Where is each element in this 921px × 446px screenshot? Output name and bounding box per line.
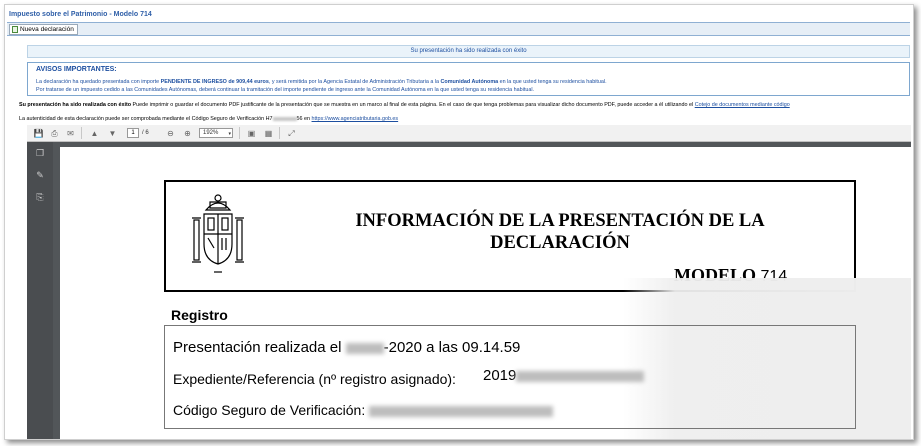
next-page-icon[interactable]: ▼	[107, 128, 118, 139]
tab-bar: Nueva declaración	[7, 22, 910, 36]
cotejo-link[interactable]: Cotejo de documentos mediante código	[695, 102, 790, 108]
notices-heading: AVISOS IMPORTANTES:	[36, 66, 117, 73]
agencia-tributaria-link[interactable]: https://www.agenciatributaria.gob.es	[312, 116, 399, 122]
chevron-down-icon: ▾	[228, 131, 231, 137]
expediente-value: 2019	[483, 367, 645, 384]
fit-page-icon[interactable]: ▣	[246, 128, 257, 139]
success-banner: Su presentación ha sido realizada con éx…	[27, 45, 910, 58]
zoom-in-icon[interactable]: ⊕	[182, 128, 193, 139]
notice-line-2: Por tratarse de un impuesto cedido a las…	[36, 87, 535, 93]
toolbar-divider	[279, 127, 280, 139]
email-icon[interactable]: ✉	[65, 128, 76, 139]
page-number-input[interactable]: 1	[127, 128, 139, 138]
pdf-toolbar: 💾 ⎙ ✉ ▲ ▼ 1 / 6 ⊖ ⊕ 192% ▾ ▣ ▦ ⤢	[27, 125, 911, 142]
page-total: / 6	[142, 130, 149, 136]
toolbar-divider	[239, 127, 240, 139]
app-title: Impuesto sobre el Patrimonio - Modelo 71…	[9, 11, 152, 18]
pdf-page: INFORMACIÓN DE LA PRESENTACIÓN DE LA DEC…	[60, 147, 911, 439]
save-icon[interactable]: 💾	[33, 128, 44, 139]
pen-icon[interactable]: ✎	[35, 170, 45, 180]
document-title: INFORMACIÓN DE LA PRESENTACIÓN DE LA DEC…	[355, 211, 765, 253]
tab-label: Nueva declaración	[20, 26, 74, 33]
csv-row: Código Seguro de Verificación:	[173, 402, 554, 418]
registro-box: Presentación realizada el -2020 a las 09…	[164, 325, 856, 429]
important-notices: AVISOS IMPORTANTES: La declaración ha qu…	[27, 62, 910, 96]
redacted-code	[272, 116, 297, 121]
redacted-csv	[369, 405, 554, 417]
expediente-row: Expediente/Referencia (nº registro asign…	[173, 371, 456, 387]
tab-nueva-declaracion[interactable]: Nueva declaración	[9, 24, 78, 35]
redacted-date	[345, 342, 384, 354]
previous-page-icon[interactable]: ▲	[89, 128, 100, 139]
browser-frame: Impuesto sobre el Patrimonio - Modelo 71…	[4, 4, 914, 440]
zoom-select[interactable]: 192% ▾	[199, 128, 233, 138]
fit-width-icon[interactable]: ▦	[263, 128, 274, 139]
document-icon	[12, 26, 18, 33]
toolbar-divider	[81, 127, 82, 139]
registro-heading: Registro	[171, 307, 228, 323]
info-line-2: La autenticidad de esta declaración pued…	[19, 116, 399, 122]
fullscreen-icon[interactable]: ⤢	[286, 128, 297, 139]
pdf-viewer: 💾 ⎙ ✉ ▲ ▼ 1 / 6 ⊖ ⊕ 192% ▾ ▣ ▦ ⤢ ❐ ✎ ⎘ I…	[27, 125, 911, 439]
attachments-icon[interactable]: ⎘	[35, 192, 45, 202]
document-header: INFORMACIÓN DE LA PRESENTACIÓN DE LA DEC…	[164, 180, 856, 292]
zoom-out-icon[interactable]: ⊖	[165, 128, 176, 139]
print-icon[interactable]: ⎙	[49, 128, 60, 139]
notice-line-1: La declaración ha quedado presentada con…	[36, 79, 607, 85]
redacted-reference	[516, 370, 645, 382]
coat-of-arms-icon	[192, 194, 244, 273]
info-line-1: Su presentación ha sido realizada con éx…	[19, 102, 790, 108]
page-thumbnails-icon[interactable]: ❐	[35, 148, 45, 158]
pdf-sidebar: ❐ ✎ ⎘	[27, 142, 53, 439]
presentacion-row: Presentación realizada el -2020 a las 09…	[173, 339, 521, 356]
